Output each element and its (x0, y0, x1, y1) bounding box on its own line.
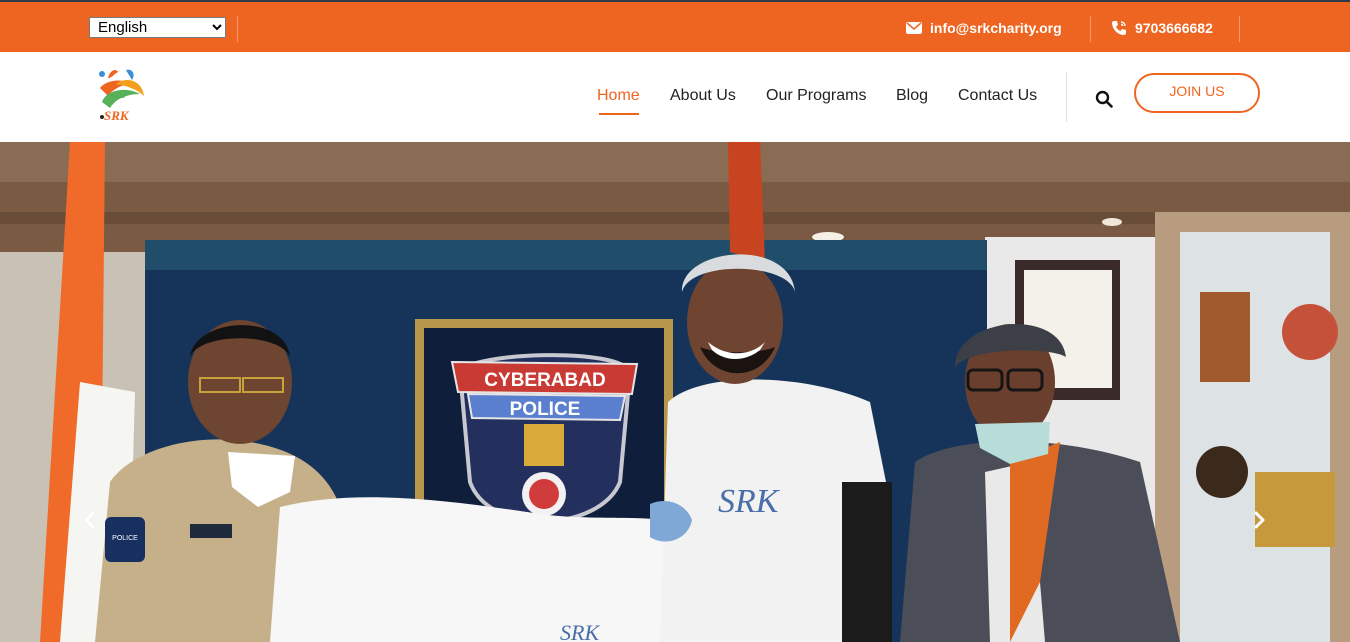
nav-home[interactable]: Home (597, 87, 640, 109)
chevron-right-icon[interactable] (1249, 510, 1269, 530)
hero-image: CYBERABAD POLICE POLICE SRK SRK (0, 142, 1350, 642)
topbar-divider (1090, 16, 1091, 42)
nav-divider (1066, 72, 1067, 122)
emblem-bottom-text: POLICE (510, 399, 581, 420)
nav-blog[interactable]: Blog (896, 87, 928, 109)
language-select[interactable]: English (89, 17, 226, 38)
phone-icon (1112, 21, 1126, 35)
chevron-left-icon[interactable] (80, 510, 100, 530)
email-text: info@srkcharity.org (930, 20, 1062, 36)
nav-contact-us[interactable]: Contact Us (958, 87, 1037, 109)
nav-home-underline (599, 113, 639, 115)
srk-logo[interactable]: SRK (96, 66, 148, 128)
phone-link[interactable]: 9703666682 (1111, 18, 1213, 38)
logo-text: SRK (104, 108, 130, 123)
phone-text: 9703666682 (1135, 20, 1213, 36)
nav-about-us[interactable]: About Us (670, 87, 736, 109)
site-header: SRK Home About Us Our Programs Blog Cont… (0, 52, 1350, 142)
nav-our-programs[interactable]: Our Programs (766, 87, 866, 109)
join-us-label: JOIN US (1169, 83, 1225, 99)
shirt-print-bottom: SRK (560, 620, 600, 642)
envelope-icon (906, 22, 922, 34)
hero-slider: CYBERABAD POLICE POLICE SRK SRK (0, 142, 1350, 642)
email-link[interactable]: info@srkcharity.org (906, 18, 1062, 38)
shirt-print-centre: SRK (718, 483, 781, 520)
badge-text: POLICE (112, 535, 138, 542)
emblem-top-text: CYBERABAD (484, 370, 605, 391)
topbar-divider (1239, 16, 1240, 42)
topbar-divider (237, 16, 238, 42)
join-us-button[interactable]: JOIN US (1134, 73, 1260, 113)
top-bar: English info@srkcharity.org 9703666682 (0, 0, 1350, 52)
search-icon[interactable] (1095, 90, 1113, 108)
